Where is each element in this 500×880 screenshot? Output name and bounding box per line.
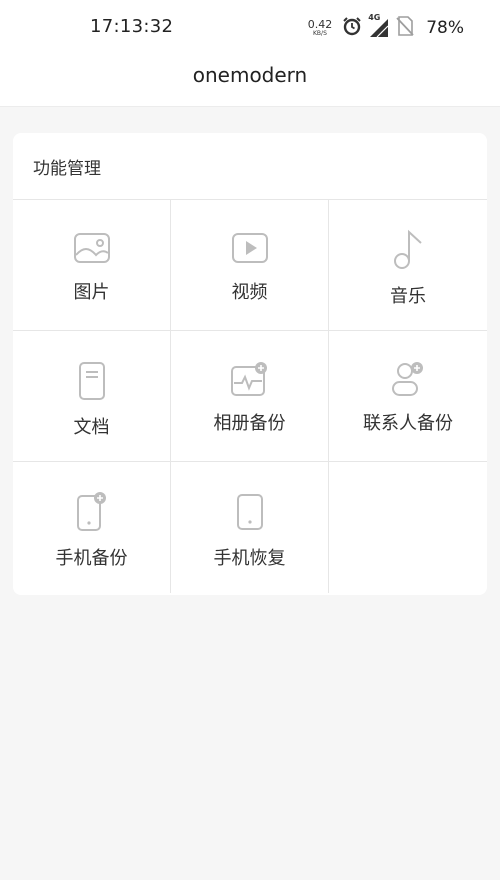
function-item-label: 音乐	[390, 286, 426, 307]
function-panel: 功能管理 图片 视频 音乐 文档 相册备份 联系人备份 手机备份 手机恢复	[13, 133, 487, 595]
network-speed-unit: KB/S	[313, 30, 327, 37]
function-item-contacts-backup[interactable]: 联系人备份	[329, 331, 487, 462]
function-item-music[interactable]: 音乐	[329, 200, 487, 331]
function-item-videos[interactable]: 视频	[171, 200, 329, 331]
network-speed: 0.42 KB/S	[308, 19, 333, 37]
no-sim-icon	[396, 16, 414, 40]
phone-restore-icon	[230, 490, 270, 534]
signal-icon: 4G	[368, 13, 390, 39]
contacts-backup-icon	[388, 359, 428, 399]
image-icon	[72, 228, 112, 268]
phone-backup-icon	[72, 490, 112, 534]
function-item-label: 手机备份	[55, 548, 128, 569]
function-item-images[interactable]: 图片	[13, 200, 171, 331]
function-item-label: 文档	[73, 417, 110, 438]
function-item-label: 视频	[231, 282, 268, 303]
app-title: onemodern	[192, 63, 308, 87]
network-speed-value: 0.42	[307, 18, 333, 31]
function-item-label: 手机恢复	[213, 548, 286, 569]
app-bar: onemodern	[0, 56, 500, 107]
function-panel-title: 功能管理	[13, 133, 487, 200]
status-icons: 0.42 KB/S 4G 78%	[308, 13, 464, 42]
document-icon	[72, 359, 112, 403]
alarm-icon	[342, 16, 362, 40]
status-time: 17:13:32	[90, 16, 174, 37]
album-backup-icon	[230, 359, 270, 399]
status-bar: 17:13:32 0.42 KB/S 4G 78%	[0, 0, 500, 56]
function-item-album-backup[interactable]: 相册备份	[171, 331, 329, 462]
video-icon	[230, 228, 270, 268]
function-item-phone-backup[interactable]: 手机备份	[13, 462, 171, 593]
function-grid-empty-cell	[329, 462, 487, 593]
battery-percent: 78%	[426, 18, 464, 38]
function-item-label: 相册备份	[213, 413, 286, 434]
function-item-documents[interactable]: 文档	[13, 331, 171, 462]
function-grid: 图片 视频 音乐 文档 相册备份 联系人备份 手机备份 手机恢复	[13, 200, 487, 593]
function-item-label: 联系人备份	[363, 413, 453, 434]
music-icon	[388, 228, 428, 272]
function-item-phone-restore[interactable]: 手机恢复	[171, 462, 329, 593]
function-item-label: 图片	[73, 282, 110, 303]
